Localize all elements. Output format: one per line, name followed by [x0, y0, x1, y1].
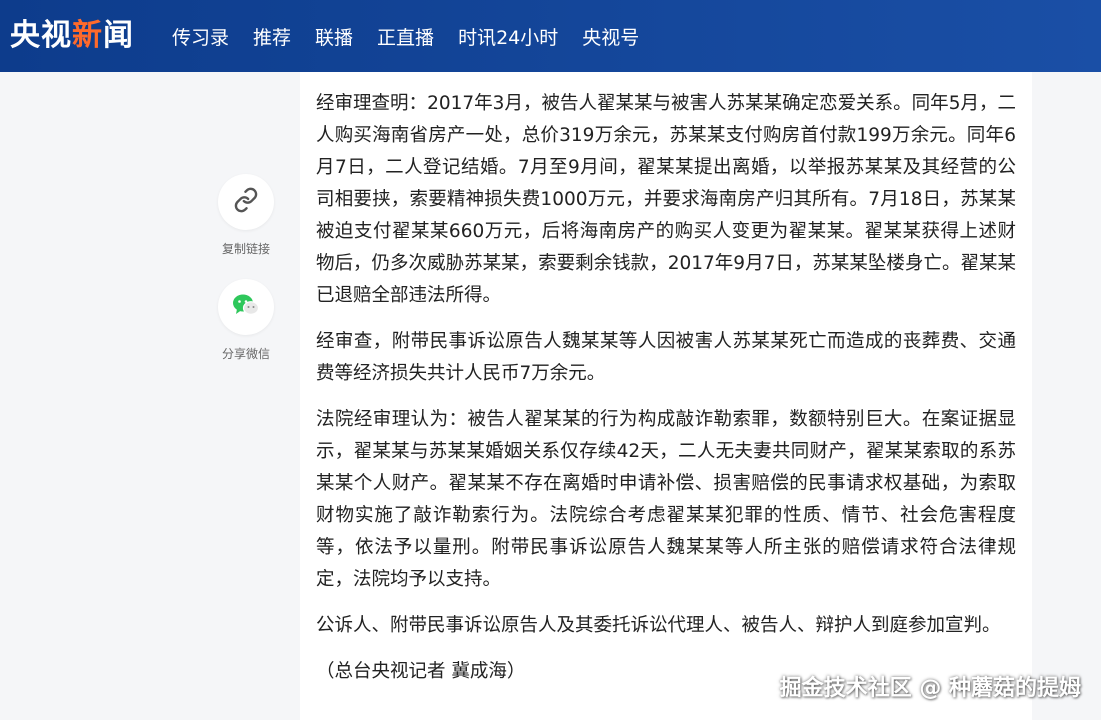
- nav-item-recommend[interactable]: 推荐: [253, 23, 291, 50]
- copy-link-button[interactable]: 复制链接: [218, 174, 274, 257]
- wechat-icon: [231, 292, 261, 322]
- share-wechat-button[interactable]: 分享微信: [218, 279, 274, 362]
- logo-text-part3: 闻: [103, 18, 134, 53]
- cctv-news-logo[interactable]: 央视新闻: [10, 21, 134, 51]
- nav-item-live[interactable]: 正直播: [377, 23, 434, 50]
- top-navigation-bar: 央视新闻 传习录 推荐 联播 正直播 时讯24小时 央视号: [0, 0, 1101, 72]
- nav-item-chuanxilu[interactable]: 传习录: [172, 23, 229, 50]
- share-wechat-circle: [218, 279, 274, 335]
- article-paragraph-1: 经审理查明：2017年3月，被告人翟某某与被害人苏某某确定恋爱关系。同年5月，二…: [316, 93, 1016, 306]
- nav-item-cctv-hao[interactable]: 央视号: [582, 23, 639, 50]
- share-actions: 复制链接 分享微信: [212, 174, 280, 362]
- copy-link-label: 复制链接: [221, 242, 270, 256]
- article-paragraph-4: 公诉人、附带民事诉讼原告人及其委托诉讼代理人、被告人、辩护人到庭参加宣判。: [316, 615, 1001, 636]
- article-body: 经审理查明：2017年3月，被告人翟某某与被害人苏某某确定恋爱关系。同年5月，二…: [300, 72, 1032, 720]
- article-paragraph-2: 经审查，附带民事诉讼原告人魏某某等人因被害人苏某某死亡而造成的丧葬费、交通费等经…: [316, 331, 1016, 384]
- article-paragraph-3: 法院经审理认为：被告人翟某某的行为构成敲诈勒索罪，数额特别巨大。在案证据显示，翟…: [316, 409, 1016, 590]
- nav-item-lianbo[interactable]: 联播: [315, 23, 353, 50]
- watermark: 掘金技术社区 @ 种蘑菇的提姆: [779, 676, 1081, 701]
- nav-item-news-24h[interactable]: 时讯24小时: [458, 23, 558, 50]
- link-icon: [233, 187, 259, 217]
- logo-text-part1: 央视: [10, 18, 72, 53]
- share-wechat-label: 分享微信: [221, 347, 270, 361]
- main-nav: 传习录 推荐 联播 正直播 时讯24小时 央视号: [172, 23, 663, 50]
- logo-text-part2: 新: [72, 18, 103, 53]
- copy-link-circle: [218, 174, 274, 230]
